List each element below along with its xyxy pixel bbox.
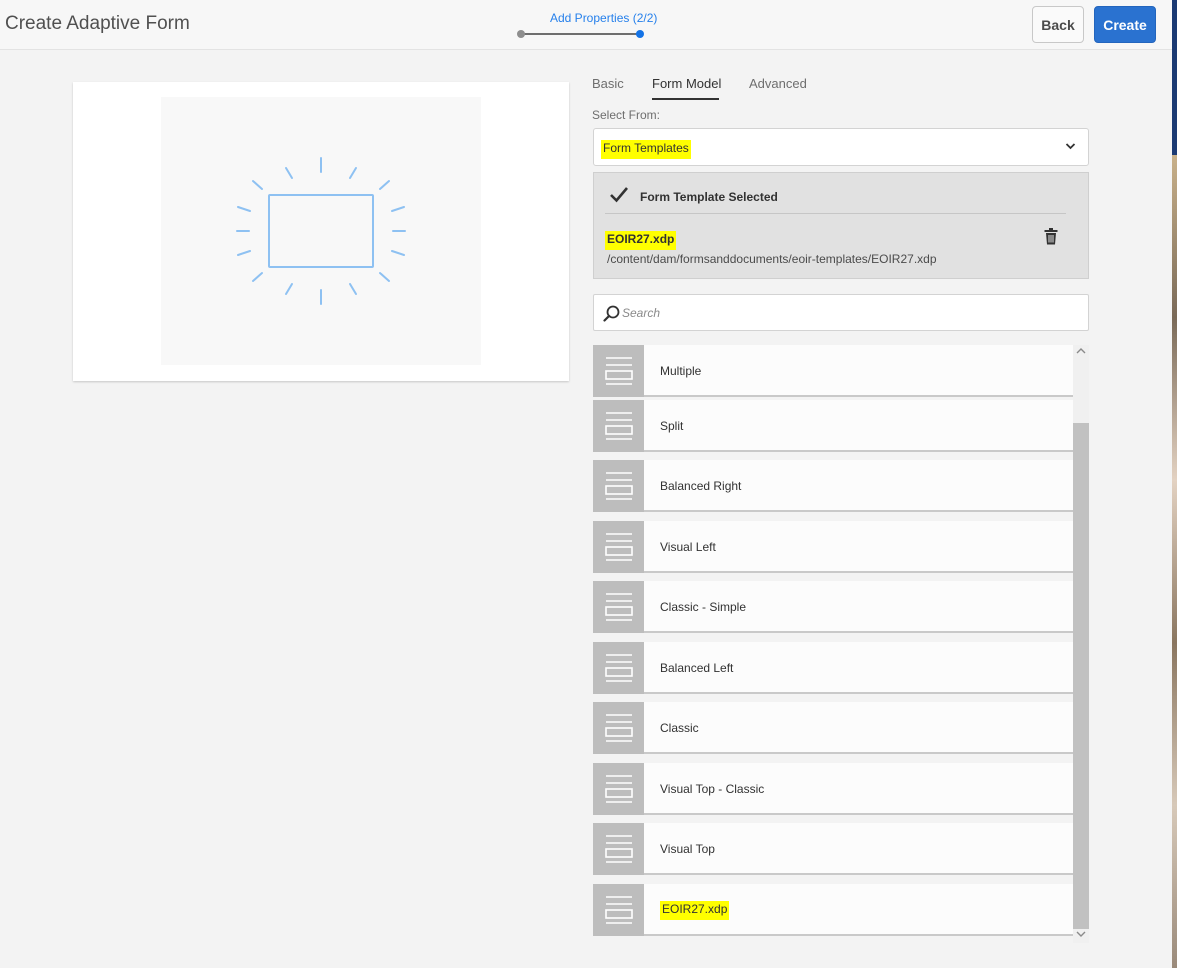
template-thumbnail — [593, 581, 644, 633]
template-item-label: Visual Left — [660, 540, 716, 554]
selected-template-path: /content/dam/formsanddocuments/eoir-temp… — [607, 252, 937, 266]
create-button[interactable]: Create — [1094, 6, 1156, 43]
select-from-dropdown[interactable]: Form Templates — [593, 128, 1089, 166]
template-thumbnail — [593, 345, 644, 397]
template-item-label: Classic — [660, 721, 699, 735]
template-thumbnail — [593, 521, 644, 573]
form-preview-icon — [236, 157, 406, 305]
template-list: Multiple Split Balanced Right Visual Lef… — [593, 345, 1073, 943]
selected-template-file: EOIR27.xdp — [605, 231, 677, 250]
template-thumbnail-icon — [605, 835, 633, 863]
template-list-scrollbar[interactable] — [1073, 345, 1089, 943]
template-item-visual-left[interactable]: Visual Left — [593, 521, 1073, 573]
template-thumbnail-icon — [605, 896, 633, 924]
template-item-classic[interactable]: Classic — [593, 702, 1073, 754]
chevron-down-icon — [1065, 143, 1076, 150]
template-thumbnail — [593, 884, 644, 936]
template-item-label: Split — [660, 419, 684, 433]
template-item-label: EOIR27.xdp — [660, 901, 730, 920]
scrollbar-thumb[interactable] — [1073, 423, 1089, 929]
page-title: Create Adaptive Form — [5, 13, 190, 34]
template-thumbnail-icon — [605, 654, 633, 682]
select-from-label: Select From: — [592, 108, 661, 122]
wizard-step-1-dot[interactable] — [517, 30, 525, 38]
template-thumbnail-icon — [605, 714, 633, 742]
template-thumbnail-icon — [605, 357, 633, 385]
template-item-split[interactable]: Split — [593, 400, 1073, 452]
wizard-step-2-dot[interactable] — [636, 30, 644, 38]
template-thumbnail-icon — [605, 472, 633, 500]
divider — [605, 213, 1066, 214]
app-header: Create Adaptive Form Add Properties (2/2… — [0, 0, 1172, 50]
trash-icon[interactable] — [1044, 228, 1058, 245]
template-thumbnail — [593, 702, 644, 754]
active-tab-indicator — [652, 98, 719, 100]
template-item-label: Visual Top — [660, 842, 715, 856]
template-thumbnail-icon — [605, 533, 633, 561]
template-item-label: Balanced Left — [660, 661, 734, 675]
template-thumbnail — [593, 763, 644, 815]
search-icon — [603, 305, 620, 322]
template-thumbnail-icon — [605, 775, 633, 803]
template-item-visual-top[interactable]: Visual Top — [593, 823, 1073, 875]
template-item-visual-top-classic[interactable]: Visual Top - Classic — [593, 763, 1073, 815]
template-thumbnail — [593, 642, 644, 694]
wizard-progress-line — [521, 33, 637, 35]
template-item-label: Multiple — [660, 364, 702, 378]
template-item-classic-simple[interactable]: Classic - Simple — [593, 581, 1073, 633]
template-search — [593, 294, 1089, 331]
wizard-step-label: Add Properties (2/2) — [550, 11, 658, 25]
wizard-progress — [517, 30, 645, 38]
selected-template-panel: Form Template Selected EOIR27.xdp /conte… — [593, 172, 1089, 279]
select-from-value: Form Templates — [601, 140, 691, 159]
scroll-up-icon[interactable] — [1076, 347, 1086, 355]
template-item-balanced-left[interactable]: Balanced Left — [593, 642, 1073, 694]
template-preview-card — [73, 82, 569, 381]
template-preview — [161, 97, 481, 365]
search-input[interactable] — [622, 303, 1062, 323]
back-button[interactable]: Back — [1032, 6, 1084, 43]
template-thumbnail — [593, 823, 644, 875]
tab-advanced[interactable]: Advanced — [749, 76, 807, 91]
template-item-eoir27[interactable]: EOIR27.xdp — [593, 884, 1073, 936]
template-thumbnail-icon — [605, 593, 633, 621]
template-item-label: Balanced Right — [660, 479, 742, 493]
template-thumbnail — [593, 460, 644, 512]
template-item-label: Visual Top - Classic — [660, 782, 765, 796]
template-thumbnail — [593, 400, 644, 452]
checkmark-icon — [610, 187, 628, 203]
scroll-down-icon[interactable] — [1076, 930, 1086, 938]
selected-template-title: Form Template Selected — [640, 190, 778, 204]
template-item-multiple[interactable]: Multiple — [593, 345, 1073, 397]
tab-basic[interactable]: Basic — [592, 76, 624, 91]
adjacent-window-strip — [1172, 155, 1177, 968]
template-thumbnail-icon — [605, 412, 633, 440]
template-item-label: Classic - Simple — [660, 600, 747, 614]
template-item-balanced-right[interactable]: Balanced Right — [593, 460, 1073, 512]
tab-form-model[interactable]: Form Model — [652, 76, 721, 91]
